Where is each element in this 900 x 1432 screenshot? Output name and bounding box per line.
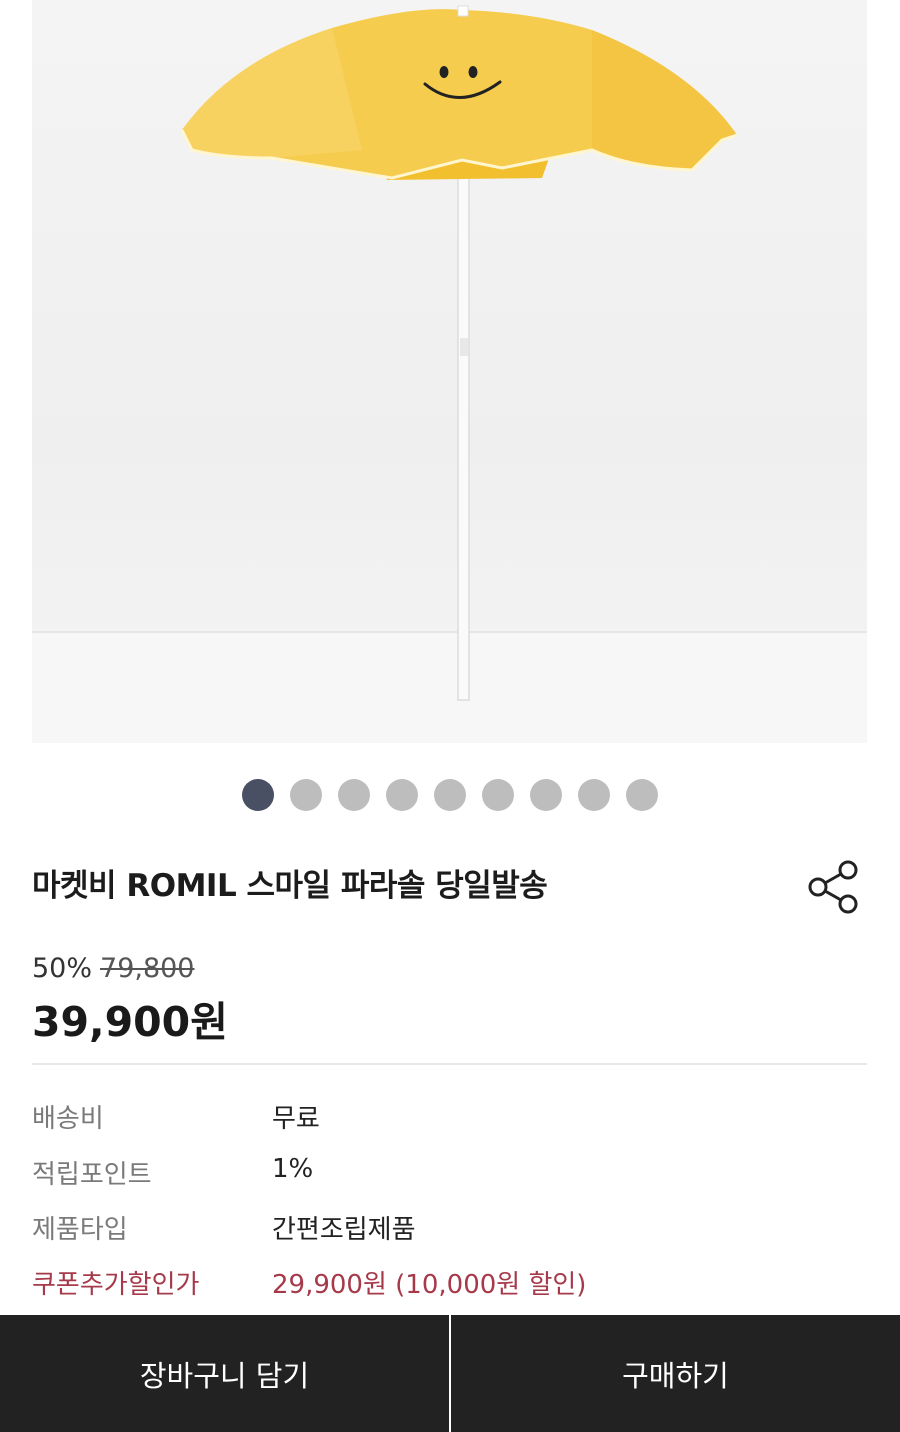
points-value: 1% — [272, 1154, 314, 1184]
carousel-dot-6[interactable] — [482, 779, 514, 811]
carousel-dot-8[interactable] — [578, 779, 610, 811]
shipping-fee-value: 무료 — [272, 1104, 320, 1134]
product-type-value: 간편조립제품 — [272, 1215, 416, 1245]
share-button[interactable] — [804, 858, 862, 916]
product-type-label: 제품타입 — [32, 1215, 128, 1245]
buy-now-button[interactable]: 구매하기 — [451, 1315, 900, 1432]
carousel-indicator — [0, 779, 900, 811]
sale-price: 39,900원 — [32, 998, 228, 1046]
coupon-price-value: 29,900원 (10,000원 할인) — [272, 1270, 587, 1300]
coupon-price-label: 쿠폰추가할인가 — [32, 1270, 200, 1300]
product-image[interactable] — [32, 0, 867, 743]
carousel-dot-3[interactable] — [338, 779, 370, 811]
add-to-cart-button[interactable]: 장바구니 담기 — [0, 1315, 449, 1432]
points-label: 적립포인트 — [32, 1160, 152, 1190]
carousel-dot-5[interactable] — [434, 779, 466, 811]
discount-row: 50% 79,800 — [32, 953, 195, 984]
carousel-dot-7[interactable] — [530, 779, 562, 811]
umbrella-illustration — [32, 5, 867, 743]
carousel-dot-2[interactable] — [290, 779, 322, 811]
discount-percent: 50% — [32, 953, 93, 984]
share-icon — [808, 860, 858, 914]
product-detail-page: 마켓비 ROMIL 스마일 파라솔 당일발송 50% 79,800 39,900원… — [0, 0, 900, 1432]
bottom-action-bar: 장바구니 담기 구매하기 — [0, 1315, 900, 1432]
carousel-dot-4[interactable] — [386, 779, 418, 811]
carousel-dot-9[interactable] — [626, 779, 658, 811]
divider — [32, 1063, 867, 1065]
carousel-dot-1[interactable] — [242, 779, 274, 811]
product-title: 마켓비 ROMIL 스마일 파라솔 당일발송 — [32, 868, 548, 904]
original-price: 79,800 — [100, 953, 195, 984]
shipping-fee-label: 배송비 — [32, 1104, 104, 1134]
